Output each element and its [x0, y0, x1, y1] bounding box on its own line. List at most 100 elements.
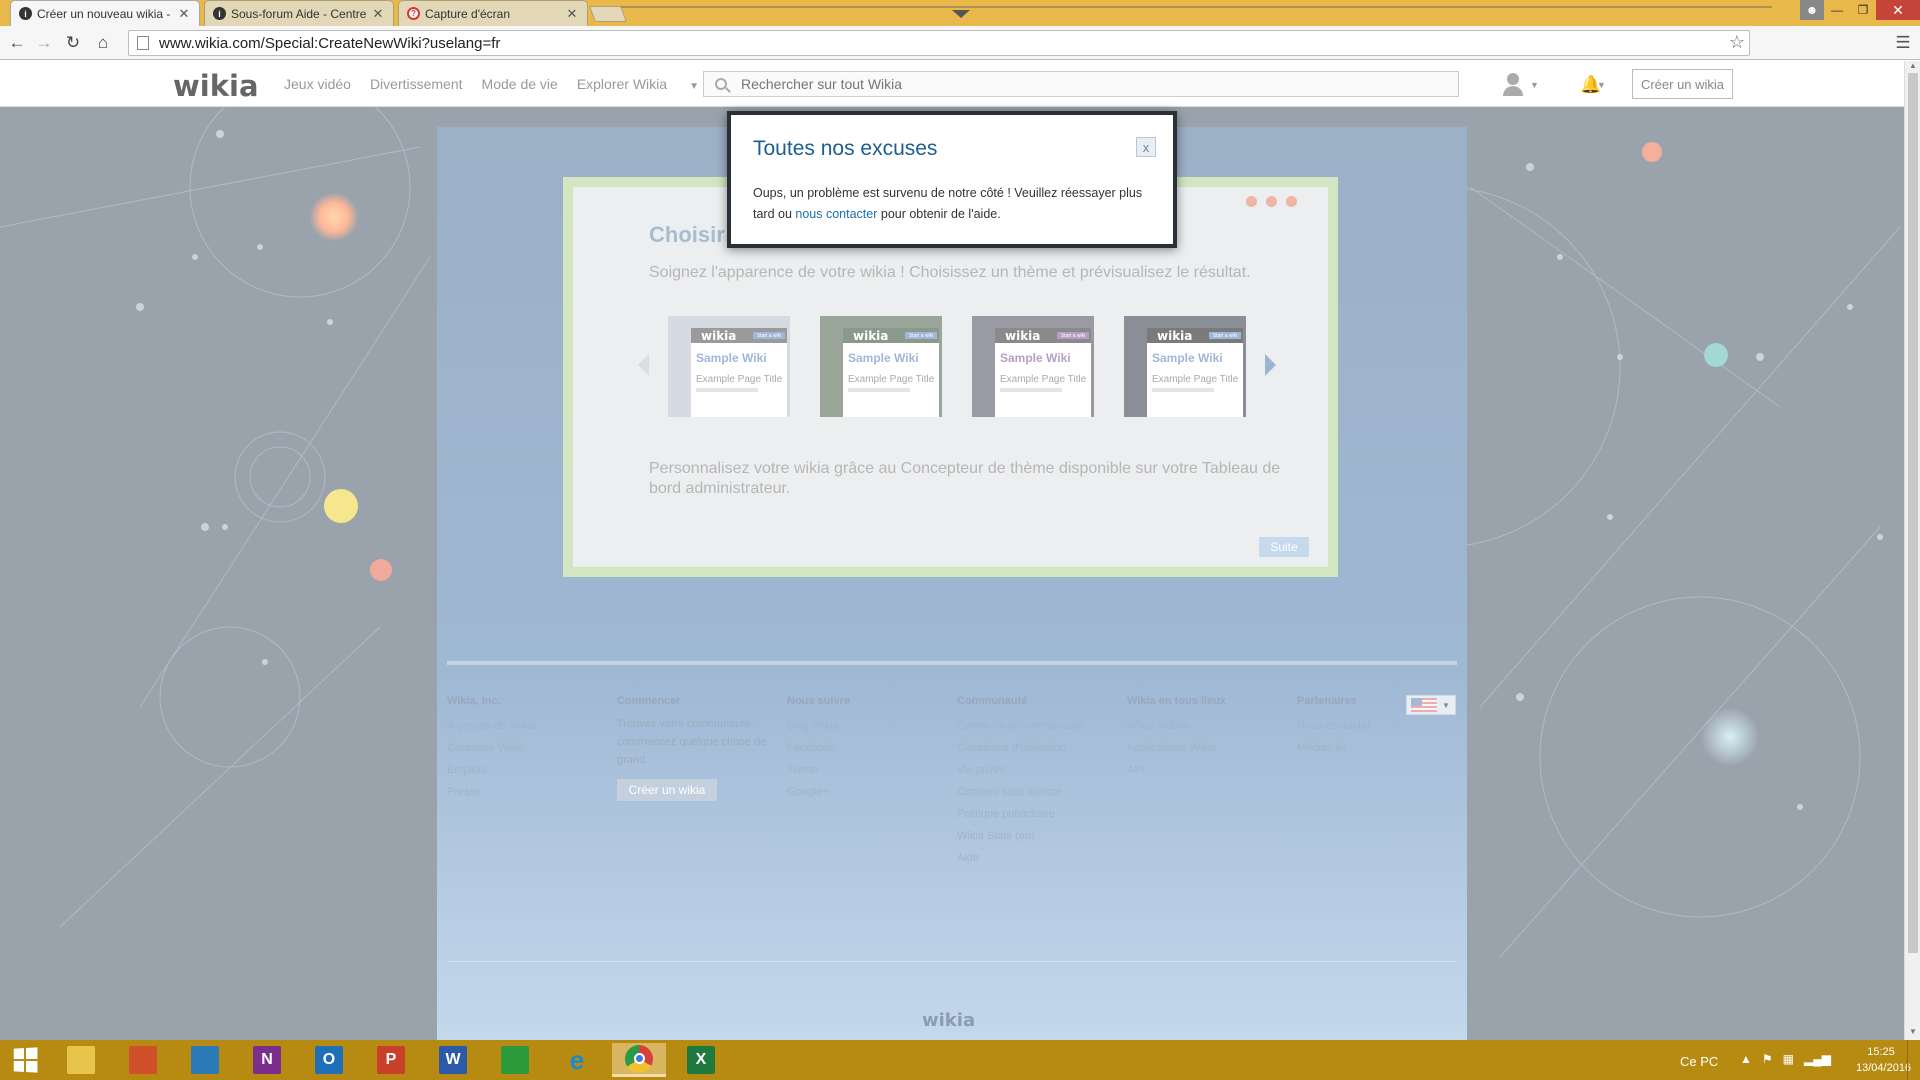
chevron-down-icon[interactable] [952, 10, 970, 18]
footer-link[interactable]: Politique publicitaire [957, 803, 1117, 825]
taskbar-app-outlook[interactable]: O [302, 1043, 356, 1077]
taskbar-app-chrome[interactable] [612, 1043, 666, 1077]
step-dot [1286, 196, 1297, 207]
footer-column: Wikia, Inc. À propos de Wikia Contacter Wi… [447, 695, 607, 803]
taskbar-app-word[interactable]: W [426, 1043, 480, 1077]
powerpoint-icon: P [377, 1046, 405, 1074]
signal-icon[interactable]: ▂▄▆ [1804, 1052, 1831, 1066]
footer-divider [447, 661, 1457, 665]
tab-help-forum[interactable]: i Sous-forum Aide - Centre ✕ [204, 0, 394, 26]
language-selector[interactable]: ▼ [1406, 695, 1456, 715]
theme-preview: wikia Start a wiki Sample Wiki Example Page… [691, 328, 787, 417]
page-scrollbar[interactable]: ▲ ▼ [1904, 61, 1920, 1040]
browser-menu-icon[interactable]: ☰ [1892, 32, 1914, 54]
footer-link[interactable]: Médias kit [1297, 737, 1457, 759]
tab-close-icon[interactable]: ✕ [371, 6, 385, 22]
wikia-icon: i [19, 7, 32, 20]
footer-create-wiki-button[interactable]: Créer un wikia [617, 779, 717, 801]
reload-button[interactable]: ↻ [62, 32, 84, 54]
tab-create-wiki[interactable]: i Créer un nouveau wikia - ✕ [10, 0, 200, 26]
taskbar-app-onenote[interactable]: N [240, 1043, 294, 1077]
create-wiki-button[interactable]: Créer un wikia [1632, 69, 1733, 99]
taskbar-app-file-explorer[interactable] [54, 1043, 108, 1077]
chevron-down-icon[interactable]: ▼ [1597, 80, 1606, 90]
footer-link[interactable]: Contacter Wikia [447, 737, 607, 759]
wikia-logo[interactable]: wikia [173, 69, 259, 103]
nav-link-video-games[interactable]: Jeux vidéo [284, 76, 351, 92]
new-tab-button[interactable] [589, 6, 627, 22]
browser-tab-bar: i Créer un nouveau wikia - ✕ i Sous-foru… [0, 0, 1920, 26]
footer-link[interactable]: Conditions d'utilisation [957, 737, 1117, 759]
tab-screenshot[interactable]: ? Capture d'écran ✕ [398, 0, 588, 26]
taskbar-app-paint[interactable] [116, 1043, 170, 1077]
theme-option[interactable]: wikia Start a wiki Sample Wiki Example Page… [972, 316, 1094, 417]
bookmark-star-icon[interactable]: ☆ [1729, 32, 1745, 53]
footer-link[interactable]: À propos de Wikia [447, 715, 607, 737]
footer-link[interactable]: Twitter [787, 759, 947, 781]
footer-link[interactable]: Aide [957, 847, 1117, 869]
taskbar-app-powerpoint[interactable]: P [364, 1043, 418, 1077]
taskbar-app-publisher[interactable] [178, 1043, 232, 1077]
back-button[interactable]: ← [6, 32, 28, 54]
window-close-button[interactable]: ✕ [1876, 0, 1920, 20]
system-clock[interactable]: 15:25 13/04/2016 [1856, 1044, 1911, 1076]
contact-us-link[interactable]: nous contacter [795, 207, 877, 221]
address-bar[interactable]: www.wikia.com/Special:CreateNewWiki?usel… [128, 30, 1750, 56]
footer-link[interactable]: Facebook [787, 737, 947, 759]
footer-link[interactable]: Google+ [787, 781, 947, 803]
scrollbar-thumb[interactable] [1908, 73, 1918, 953]
theme-option[interactable]: wikia Start a wiki Sample Wiki Example Page… [820, 316, 942, 417]
scroll-up-icon[interactable]: ▲ [1908, 61, 1918, 70]
network-icon[interactable]: ▦ [1783, 1052, 1794, 1066]
footer-link[interactable]: Presse [447, 781, 607, 803]
footer-link[interactable]: Centre de la communauté [957, 715, 1117, 737]
tray-expand-icon[interactable]: ▲ [1740, 1052, 1752, 1066]
tab-close-icon[interactable]: ✕ [177, 6, 191, 22]
avatar[interactable] [1500, 71, 1526, 97]
next-button[interactable]: Suite [1259, 537, 1309, 557]
forward-button[interactable]: → [33, 32, 55, 54]
taskbar-app-store[interactable] [488, 1043, 542, 1077]
chrome-icon [625, 1044, 653, 1073]
search-icon [715, 78, 727, 90]
theme-preview: wikia Start a wiki Sample Wiki Example Page… [995, 328, 1091, 417]
nav-link-entertainment[interactable]: Divertissement [370, 76, 463, 92]
carousel-prev-icon[interactable] [638, 354, 649, 376]
home-button[interactable]: ⌂ [92, 32, 114, 54]
windows-taskbar: N O P We X Ce PC ▲ ⚑ ▦ ▂▄▆ 15:25 13/04/2016 [0, 1040, 1920, 1080]
footer-link[interactable]: Emplois [447, 759, 607, 781]
tab-close-icon[interactable]: ✕ [565, 6, 579, 22]
chevron-down-icon[interactable]: ▼ [1530, 80, 1539, 90]
theme-option[interactable]: wikia Start a wiki Sample Wiki Example Page… [1124, 316, 1246, 417]
footer-link[interactable]: Nous contacter [1297, 715, 1457, 737]
footer-link[interactable]: Contenu sous licence [957, 781, 1117, 803]
search-input[interactable] [741, 76, 1421, 92]
user-icon[interactable]: ☻ [1800, 0, 1824, 20]
scroll-down-icon[interactable]: ▼ [1908, 1027, 1918, 1036]
modal-close-button[interactable]: x [1136, 137, 1156, 157]
step-indicator [1246, 196, 1306, 207]
start-button[interactable] [0, 1040, 50, 1080]
footer-link[interactable]: Vie privée [957, 759, 1117, 781]
minimize-button[interactable]: — [1824, 0, 1850, 20]
carousel-next-icon[interactable] [1265, 354, 1276, 376]
restore-button[interactable]: ❐ [1850, 0, 1876, 20]
footer-link[interactable]: Blog Wikia [787, 715, 947, 737]
tray-label[interactable]: Ce PC [1680, 1054, 1718, 1069]
footer-link[interactable]: Applications Wikia [1127, 737, 1287, 759]
paint-icon [129, 1046, 157, 1074]
footer-link[interactable]: Wikia Stats (en) [957, 825, 1117, 847]
decor-dot [370, 559, 392, 581]
nav-link-explore[interactable]: Explorer Wikia ▼ [577, 76, 718, 92]
theme-header-bar: wikia Start a wiki [691, 328, 787, 343]
nav-link-lifestyle[interactable]: Mode de vie [482, 76, 558, 92]
flag-icon[interactable]: ⚑ [1762, 1052, 1773, 1066]
taskbar-app-internet-explorer[interactable]: e [550, 1043, 604, 1077]
footer-link[interactable]: Wikia Mobile [1127, 715, 1287, 737]
taskbar-app-excel[interactable]: X [674, 1043, 728, 1077]
theme-wiki-name: Sample Wiki [696, 351, 767, 365]
footer-link[interactable]: API [1127, 759, 1287, 781]
theme-header-bar: wikia Start a wiki [1147, 328, 1243, 343]
show-desktop-button[interactable] [1907, 1040, 1920, 1080]
theme-option[interactable]: wikia Start a wiki Sample Wiki Example Page… [668, 316, 790, 417]
